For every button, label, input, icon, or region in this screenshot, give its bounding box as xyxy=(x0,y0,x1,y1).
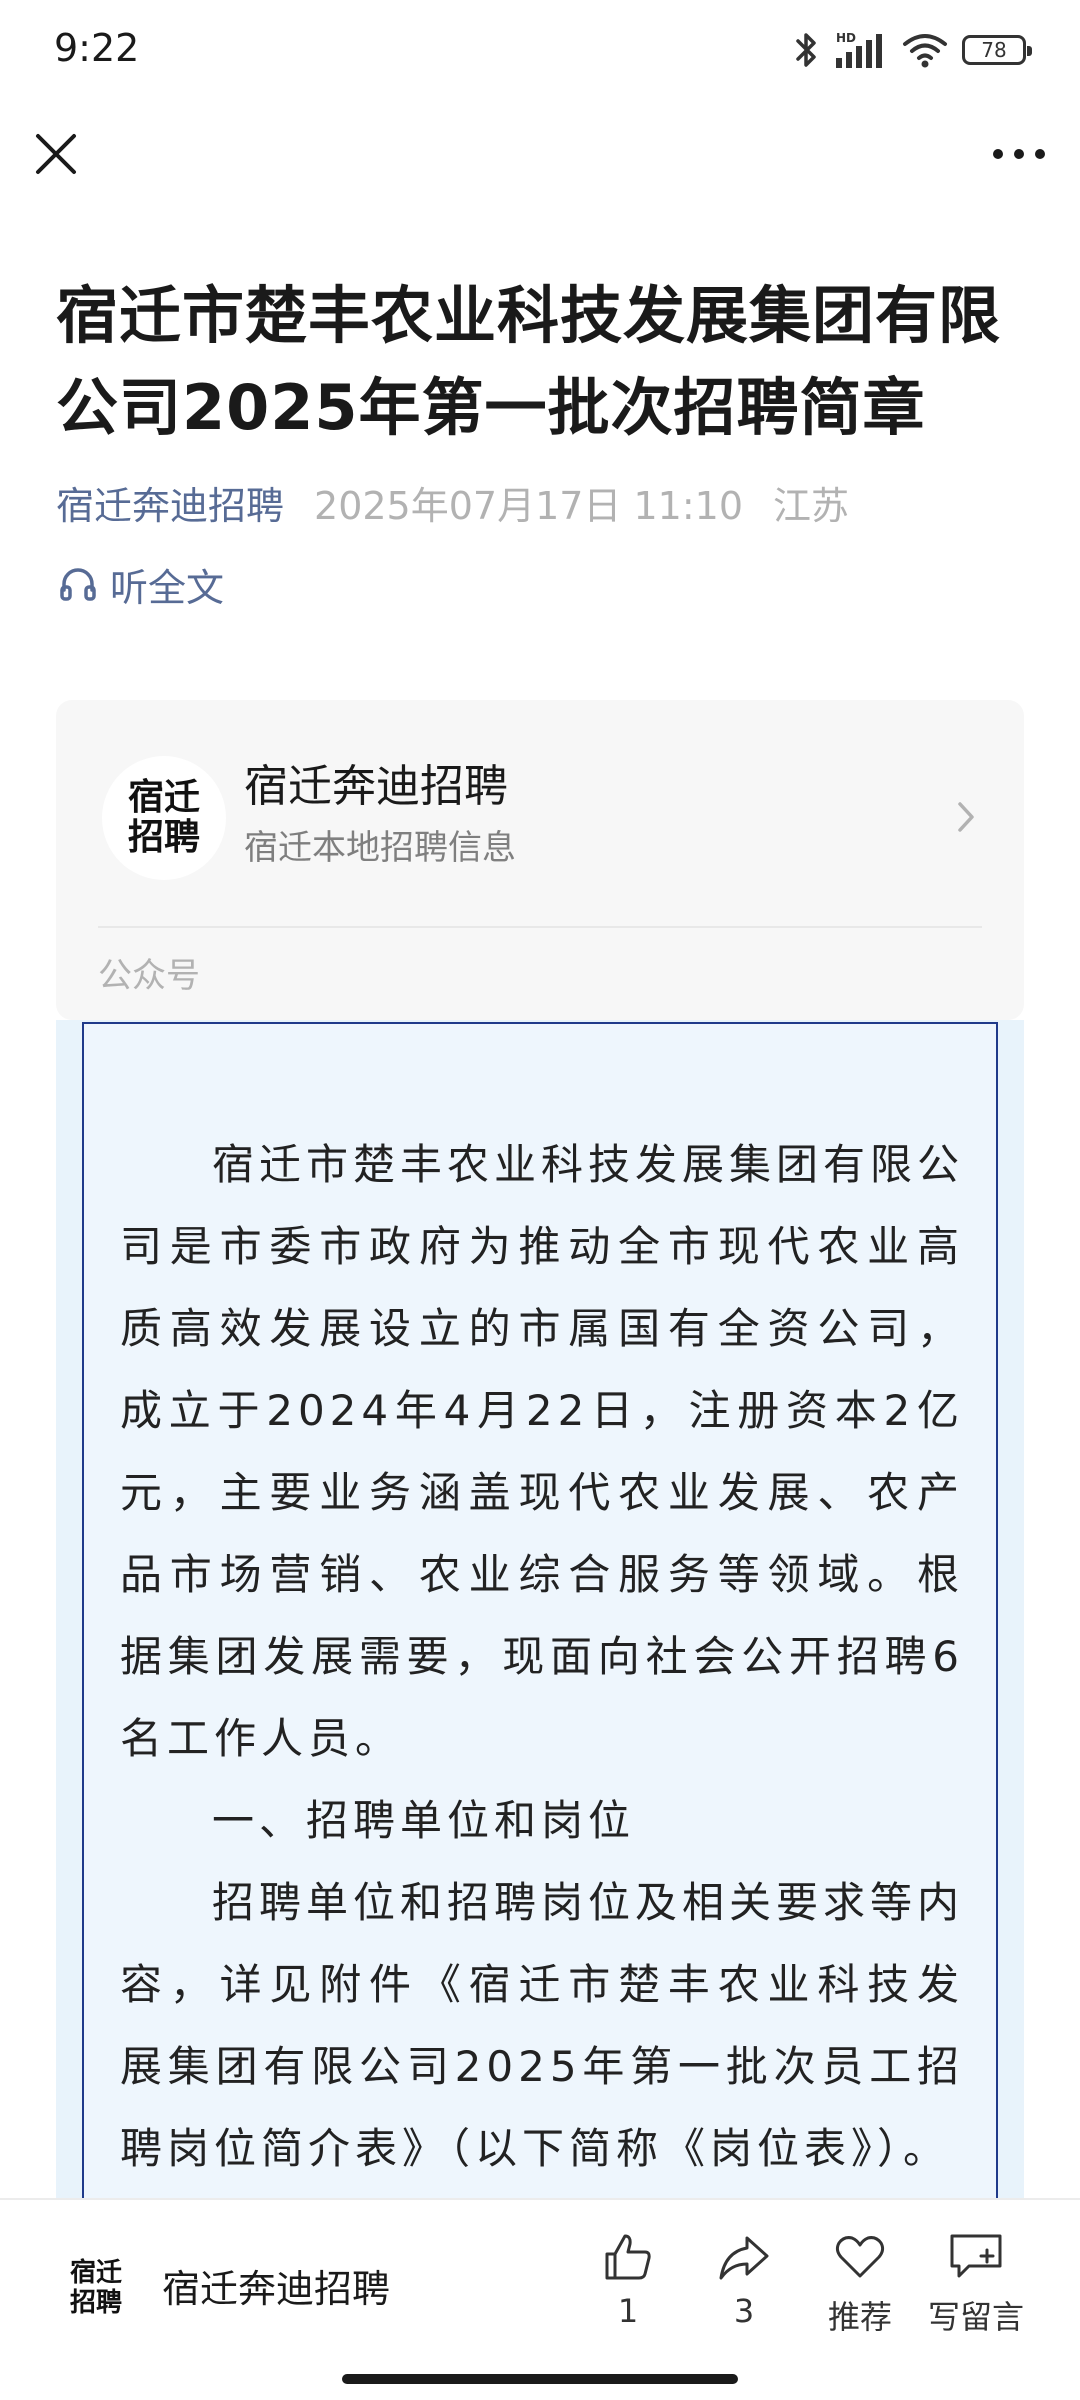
bottom-account-name[interactable]: 宿迁奔迪招聘 xyxy=(162,2258,390,2313)
status-bar: 9:22 HD 78 xyxy=(0,0,1080,100)
hd-signal-icon: HD xyxy=(836,31,882,68)
close-button[interactable] xyxy=(26,124,86,184)
comment-label: 写留言 xyxy=(927,2298,1024,2336)
heart-icon xyxy=(835,2236,885,2278)
top-nav xyxy=(0,110,1080,200)
close-icon xyxy=(36,134,76,174)
section-heading: 一、招聘单位和岗位 xyxy=(212,1796,636,1845)
publish-date: 2025年07月17日 11:10 xyxy=(314,483,744,528)
article-text: 宿迁市楚丰农业科技发展集团有限公司是市委市政府为推动全市现代农业高质高效发展设立… xyxy=(120,1124,964,2190)
paragraph-positions: 招聘单位和招聘岗位及相关要求等内容，详见附件《宿迁市楚丰农业科技发展集团有限公司… xyxy=(120,1878,965,2173)
paragraph-intro: 宿迁市楚丰农业科技发展集团有限公司是市委市政府为推动全市现代农业高质高效发展设立… xyxy=(120,1140,965,1763)
bottom-account-avatar[interactable]: 宿迁 招聘 xyxy=(60,2252,132,2324)
like-button[interactable]: 1 xyxy=(568,2230,688,2330)
home-indicator[interactable] xyxy=(342,2374,738,2384)
more-button[interactable] xyxy=(984,124,1054,184)
article-meta: 宿迁奔迪招聘 2025年07月17日 11:10 江苏 xyxy=(56,474,849,530)
bottom-avatar-text-bottom: 招聘 xyxy=(69,2288,122,2318)
share-button[interactable]: 3 xyxy=(684,2230,804,2330)
status-time: 9:22 xyxy=(54,26,140,70)
article-title: 宿迁市楚丰农业科技发展集团有限公司2025年第一批次招聘简章 xyxy=(56,279,1002,444)
comment-add-icon xyxy=(950,2234,1002,2278)
card-divider xyxy=(98,926,982,928)
share-icon xyxy=(719,2236,769,2280)
more-icon xyxy=(993,149,1045,159)
headphones-icon xyxy=(60,568,96,601)
chevron-right-icon xyxy=(958,802,974,832)
account-card[interactable]: 宿迁 招聘 宿迁奔迪招聘 宿迁本地招聘信息 公众号 xyxy=(56,700,1024,1020)
publish-location: 江苏 xyxy=(773,483,850,528)
bottom-avatar-text-top: 宿迁 xyxy=(69,2258,122,2288)
account-type-label: 公众号 xyxy=(98,956,200,996)
account-description: 宿迁本地招聘信息 xyxy=(244,828,516,868)
wifi-icon xyxy=(903,34,947,68)
status-icons: HD 78 xyxy=(792,30,1032,70)
recommend-button[interactable]: 推荐 xyxy=(800,2230,920,2338)
write-comment-button[interactable]: 写留言 xyxy=(916,2230,1036,2338)
svg-text:HD: HD xyxy=(836,31,856,45)
thumbs-up-icon xyxy=(605,2234,651,2280)
listen-label: 听全文 xyxy=(110,565,225,610)
battery-level: 78 xyxy=(981,38,1007,62)
listen-full-button[interactable]: 听全文 xyxy=(58,556,224,612)
article-body: 宿迁市楚丰农业科技发展集团有限公司是市委市政府为推动全市现代农业高质高效发展设立… xyxy=(82,1022,998,2200)
account-avatar: 宿迁 招聘 xyxy=(102,756,226,880)
avatar-text-bottom: 招聘 xyxy=(127,817,200,858)
bottom-bar: 宿迁 招聘 宿迁奔迪招聘 1 3 推荐 写留言 xyxy=(0,2198,1080,2400)
account-name: 宿迁奔迪招聘 xyxy=(244,761,508,812)
recommend-label: 推荐 xyxy=(827,2298,892,2336)
avatar-text-top: 宿迁 xyxy=(127,777,200,818)
share-count: 3 xyxy=(733,2292,755,2330)
battery-icon: 78 xyxy=(962,35,1032,65)
author-link[interactable]: 宿迁奔迪招聘 xyxy=(56,475,284,530)
like-count: 1 xyxy=(617,2292,639,2330)
bluetooth-icon xyxy=(796,33,816,67)
